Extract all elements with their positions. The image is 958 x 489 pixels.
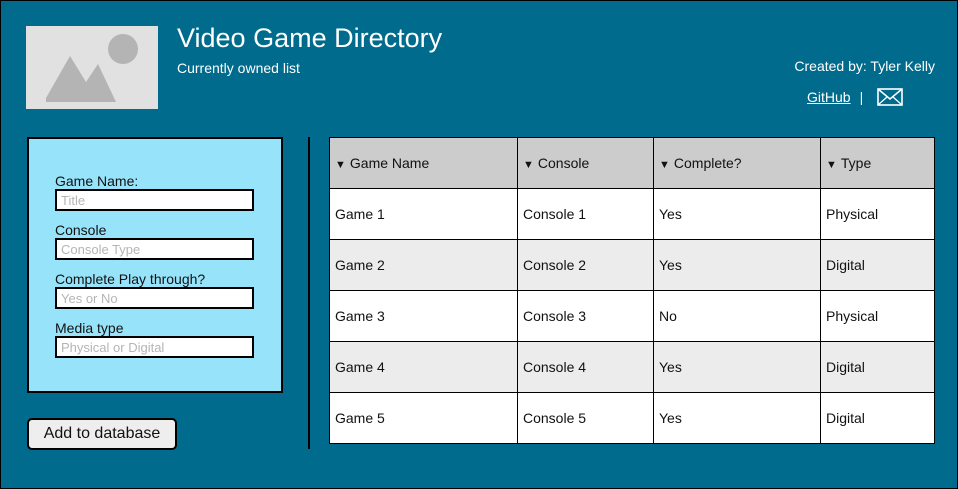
cell-complete: No [653,290,821,342]
cell-game-name: Game 5 [329,392,518,444]
triangle-down-icon: ▼ [826,159,837,171]
cell-complete: Yes [653,239,821,291]
table-row: Game 3 Console 3 No Physical [329,290,935,342]
cell-console: Console 3 [517,290,654,342]
table-row: Game 5 Console 5 Yes Digital [329,392,935,444]
triangle-down-icon: ▼ [659,159,670,171]
author-credit: Created by: Tyler Kelly [794,58,935,74]
page-title: Video Game Directory [177,23,443,53]
table-row: Game 2 Console 2 Yes Digital [329,239,935,291]
game-name-input[interactable] [55,189,254,211]
column-header-label: Complete? [673,155,742,171]
github-link[interactable]: GitHub [807,89,851,105]
cell-console: Console 5 [517,392,654,444]
column-header-label: Game Name [349,155,430,171]
cell-type: Digital [820,392,935,444]
cell-game-name: Game 1 [329,188,518,240]
app-window: Video Game Directory Currently owned lis… [0,0,958,489]
column-header-console[interactable]: ▼ Console [517,137,654,189]
triangle-down-icon: ▼ [335,159,346,171]
vertical-divider [308,137,310,449]
column-header-type[interactable]: ▼ Type [820,137,935,189]
cell-console: Console 1 [517,188,654,240]
table-row: Game 4 Console 4 Yes Digital [329,341,935,393]
media-type-label: Media type [55,320,124,336]
cell-type: Physical [820,188,935,240]
complete-input[interactable] [55,287,254,309]
header-links: GitHub | [807,87,904,107]
media-type-input[interactable] [55,336,254,358]
cell-game-name: Game 4 [329,341,518,393]
column-header-label: Type [840,155,872,171]
triangle-down-icon: ▼ [523,159,534,171]
complete-label: Complete Play through? [55,271,206,287]
cell-type: Physical [820,290,935,342]
cell-type: Digital [820,341,935,393]
cell-type: Digital [820,239,935,291]
column-header-label: Console [537,155,590,171]
cell-complete: Yes [653,341,821,393]
game-name-label: Game Name: [55,173,139,189]
envelope-icon[interactable] [877,88,904,106]
cell-console: Console 2 [517,239,654,291]
console-input[interactable] [55,238,254,260]
console-label: Console [55,222,107,238]
cell-complete: Yes [653,392,821,444]
table-header-row: ▼ Game Name ▼ Console ▼ Complete? ▼ Type [329,137,935,189]
cell-console: Console 4 [517,341,654,393]
table-row: Game 1 Console 1 Yes Physical [329,188,935,240]
add-game-form: Game Name: Console Complete Play through… [27,137,283,393]
cell-complete: Yes [653,188,821,240]
column-header-complete[interactable]: ▼ Complete? [653,137,821,189]
cell-game-name: Game 3 [329,290,518,342]
link-separator: | [859,89,864,105]
column-header-game-name[interactable]: ▼ Game Name [329,137,518,189]
image-placeholder-icon [26,26,158,109]
games-table: ▼ Game Name ▼ Console ▼ Complete? ▼ Type Gam… [329,137,935,444]
add-to-database-button[interactable]: Add to database [27,418,177,450]
page-subtitle: Currently owned list [177,60,300,76]
cell-game-name: Game 2 [329,239,518,291]
